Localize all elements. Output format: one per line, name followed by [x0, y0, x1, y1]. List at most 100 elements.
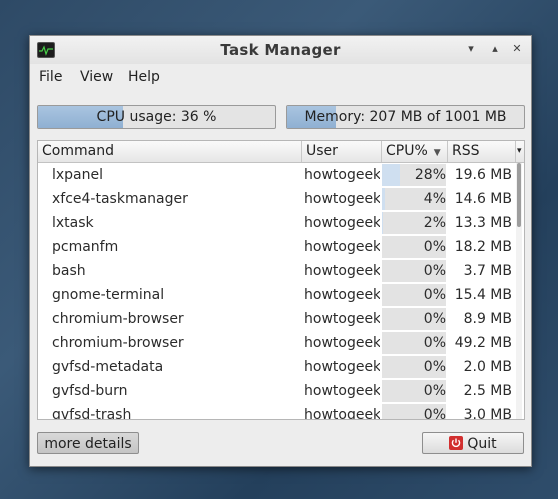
cell-cpu: 0% [382, 355, 446, 379]
cell-rss: 19.6 MB [454, 167, 512, 183]
cell-cpu: 2% [382, 211, 446, 235]
cell-user: howtogeek [304, 407, 380, 420]
cell-rss: 15.4 MB [454, 287, 512, 303]
table-row[interactable]: gvfsd-trash howtogeek 0% 3.0 MB [38, 403, 522, 420]
memory-usage-meter: Memory: 207 MB of 1001 MB used [286, 105, 525, 129]
cpu-cell-bar [382, 188, 385, 210]
cell-cpu-text: 0% [423, 359, 446, 375]
cpu-usage-meter: CPU usage: 36 % [37, 105, 276, 129]
cell-command: lxpanel [52, 167, 104, 183]
cell-user: howtogeek [304, 191, 380, 207]
table-row[interactable]: gvfsd-burn howtogeek 0% 2.5 MB [38, 379, 522, 403]
power-icon [449, 436, 464, 450]
cell-cpu-text: 0% [423, 311, 446, 327]
cell-command: chromium-browser [52, 335, 184, 351]
cell-cpu: 0% [382, 235, 446, 259]
close-icon[interactable]: ✕ [510, 41, 524, 57]
memory-usage-label: Memory: 207 MB of 1001 MB used [304, 109, 507, 125]
vertical-scrollbar[interactable] [516, 163, 522, 419]
cell-user: howtogeek [304, 239, 380, 255]
cell-command: xfce4-taskmanager [52, 191, 188, 207]
cell-cpu-text: 0% [423, 287, 446, 303]
task-manager-window: Task Manager ▾ ▴ ✕ File View Help CPU us… [29, 35, 532, 467]
column-header-cpu[interactable]: CPU% ▼ [382, 141, 448, 162]
table-row[interactable]: chromium-browser howtogeek 0% 49.2 MB [38, 331, 522, 355]
window-title: Task Manager [220, 41, 341, 59]
column-header-command[interactable]: Command [38, 141, 302, 162]
cell-cpu-text: 4% [423, 191, 446, 207]
column-header-cpu-label: CPU% [386, 143, 428, 159]
cell-cpu: 0% [382, 403, 446, 420]
quit-label: Quit [467, 436, 497, 452]
cell-user: howtogeek [304, 359, 380, 375]
cell-command: chromium-browser [52, 311, 184, 327]
column-header-rss-label: RSS [452, 143, 480, 159]
cell-cpu-text: 0% [423, 239, 446, 255]
cell-cpu-text: 0% [423, 383, 446, 399]
table-row[interactable]: gnome-terminal howtogeek 0% 15.4 MB [38, 283, 522, 307]
cell-command: gvfsd-trash [52, 407, 132, 420]
cell-cpu-text: 0% [423, 335, 446, 351]
more-details-label: more details [44, 436, 132, 452]
more-details-button[interactable]: more details [37, 432, 139, 454]
column-header-user-label: User [306, 143, 338, 159]
cell-rss: 3.0 MB [463, 407, 512, 420]
table-row[interactable]: gvfsd-metadata howtogeek 0% 2.0 MB [38, 355, 522, 379]
cell-command: lxtask [52, 215, 94, 231]
menu-view[interactable]: View [80, 69, 113, 85]
column-header-command-label: Command [42, 143, 114, 159]
cell-user: howtogeek [304, 287, 380, 303]
cell-rss: 49.2 MB [454, 335, 512, 351]
cell-user: howtogeek [304, 167, 380, 183]
sort-descending-icon: ▼ [433, 148, 441, 158]
cell-command: gvfsd-burn [52, 383, 128, 399]
cell-user: howtogeek [304, 215, 380, 231]
menu-help[interactable]: Help [128, 69, 160, 85]
cell-cpu-text: 2% [423, 215, 446, 231]
cell-cpu: 0% [382, 379, 446, 403]
cell-rss: 2.5 MB [463, 383, 512, 399]
table-row[interactable]: lxpanel howtogeek 28% 19.6 MB [38, 163, 522, 187]
maximize-icon[interactable]: ▴ [488, 41, 502, 57]
menu-file[interactable]: File [39, 69, 62, 85]
table-row[interactable]: pcmanfm howtogeek 0% 18.2 MB [38, 235, 522, 259]
cell-cpu: 0% [382, 331, 446, 355]
cell-command: bash [52, 263, 86, 279]
scrollbar-thumb[interactable] [517, 163, 521, 227]
table-row[interactable]: chromium-browser howtogeek 0% 8.9 MB [38, 307, 522, 331]
cell-rss: 8.9 MB [463, 311, 512, 327]
cell-rss: 18.2 MB [454, 239, 512, 255]
title-bar[interactable]: Task Manager ▾ ▴ ✕ [30, 36, 531, 64]
cell-cpu: 0% [382, 259, 446, 283]
quit-button[interactable]: Quit [422, 432, 524, 454]
column-header-rss[interactable]: RSS [448, 141, 516, 162]
column-header-user[interactable]: User [302, 141, 382, 162]
menu-bar: File View Help [30, 66, 531, 90]
cell-command: gvfsd-metadata [52, 359, 164, 375]
cell-cpu-text: 28% [414, 167, 446, 183]
cell-rss: 14.6 MB [454, 191, 512, 207]
minimize-icon[interactable]: ▾ [464, 41, 478, 57]
cell-rss: 13.3 MB [454, 215, 512, 231]
cell-rss: 2.0 MB [463, 359, 512, 375]
cpu-usage-label: CPU usage: 36 % [96, 109, 217, 125]
cell-cpu-text: 0% [423, 263, 446, 279]
cell-cpu: 4% [382, 187, 446, 211]
cpu-cell-bar [382, 164, 400, 186]
table-row[interactable]: bash howtogeek 0% 3.7 MB [38, 259, 522, 283]
process-table: Command User CPU% ▼ RSS ▾ lxpanel howtogee… [37, 140, 525, 420]
column-chooser-icon[interactable]: ▾ [516, 141, 524, 162]
table-row[interactable]: xfce4-taskmanager howtogeek 4% 14.6 MB [38, 187, 522, 211]
cell-user: howtogeek [304, 335, 380, 351]
cell-command: pcmanfm [52, 239, 119, 255]
cell-rss: 3.7 MB [463, 263, 512, 279]
cell-cpu: 0% [382, 283, 446, 307]
cell-cpu-text: 0% [423, 407, 446, 420]
cell-command: gnome-terminal [52, 287, 165, 303]
table-row[interactable]: lxtask howtogeek 2% 13.3 MB [38, 211, 522, 235]
cell-user: howtogeek [304, 263, 380, 279]
cell-user: howtogeek [304, 311, 380, 327]
table-header: Command User CPU% ▼ RSS ▾ [38, 141, 524, 163]
cell-cpu: 28% [382, 163, 446, 187]
cell-cpu: 0% [382, 307, 446, 331]
